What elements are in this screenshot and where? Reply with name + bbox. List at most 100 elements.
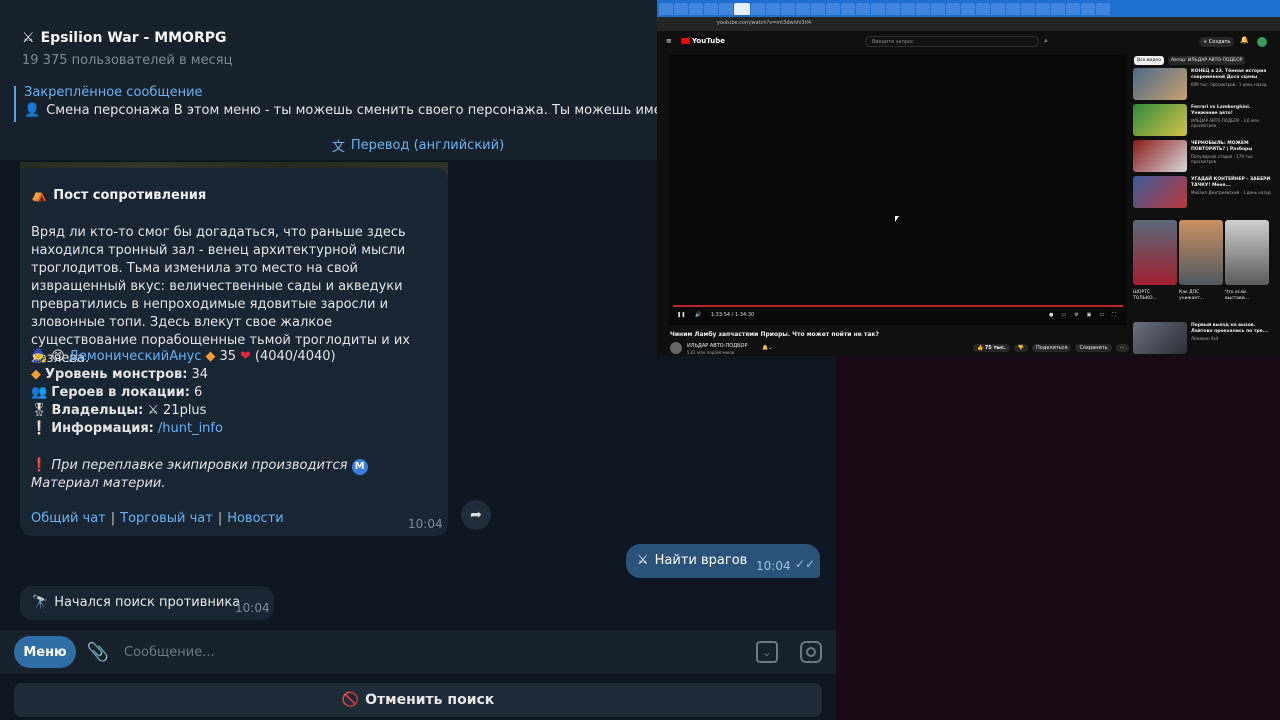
recommended-video[interactable]: УГАДАЙ КОНТЕЙНЕР - ЗАБЕРИ ТАЧКУ! Меня...… — [1133, 176, 1273, 208]
general-chat-link[interactable]: Общий чат — [31, 511, 106, 526]
browser-tab[interactable] — [751, 3, 765, 15]
browser-tab[interactable] — [719, 3, 733, 15]
smile-icon: 😊 — [51, 349, 65, 364]
browser-tab[interactable] — [871, 3, 885, 15]
miniplayer-icon[interactable]: ▣ — [1087, 312, 1092, 318]
subscriber-count: 5,61 млн подписчиков — [687, 350, 735, 355]
double-check-icon: ✓✓ — [795, 557, 816, 571]
recommended-video[interactable]: Первый выезд на вызов. Лайтово проехалис… — [1133, 322, 1273, 354]
browser-tab[interactable] — [659, 3, 673, 15]
browser-tab[interactable] — [1096, 3, 1110, 15]
forward-button[interactable]: ➦ — [461, 500, 491, 530]
browser-tab[interactable] — [674, 3, 688, 15]
camera-icon[interactable] — [800, 641, 822, 663]
browser-tab[interactable] — [689, 3, 703, 15]
recommended-video[interactable]: Ferrari vs Lamborghini. Унижение авто! И… — [1133, 104, 1273, 136]
browser-tab[interactable] — [916, 3, 930, 15]
browser-tab[interactable] — [826, 3, 840, 15]
browser-tab[interactable] — [991, 3, 1005, 15]
short-thumbnail[interactable] — [1133, 220, 1177, 285]
short-thumbnail[interactable] — [1179, 220, 1223, 285]
message-input[interactable] — [124, 641, 724, 663]
recommended-video[interactable]: ЧЕРНОБЫЛЬ: МОЖЕМ ПОВТОРИТЬ? | Разборы По… — [1133, 140, 1273, 172]
settings-icon[interactable]: ⚙ — [1074, 312, 1078, 318]
browser-tab[interactable] — [886, 3, 900, 15]
video-player[interactable] — [669, 55, 1127, 325]
more-actions-icon[interactable]: ⋯ — [1115, 344, 1129, 352]
video-actions: 👍 75 тыс. 👎 Поделиться Сохранить ⋯ — [973, 344, 1129, 352]
outgoing-time: 10:04 — [756, 559, 791, 573]
browser-tab[interactable] — [766, 3, 780, 15]
news-link[interactable]: Новости — [227, 511, 284, 526]
browser-tab[interactable] — [931, 3, 945, 15]
youtube-search-input[interactable]: Введите запрос — [865, 36, 1039, 47]
fullscreen-icon[interactable]: ⛶ — [1112, 312, 1116, 318]
create-button[interactable]: + Создать — [1199, 37, 1235, 47]
player-controls: ❚❚ 🔊 1:33:54 / 1:34:30 — [677, 312, 754, 318]
browser-tab[interactable] — [1081, 3, 1095, 15]
menu-button[interactable]: Меню — [14, 636, 76, 668]
account-avatar[interactable] — [1257, 37, 1267, 47]
hunt-info-link[interactable]: /hunt_info — [158, 421, 223, 436]
browser-tab[interactable] — [781, 3, 795, 15]
dislike-button[interactable]: 👎 — [1013, 344, 1029, 352]
browser-tab[interactable] — [704, 3, 718, 15]
browser-tab[interactable] — [796, 3, 810, 15]
short-title: Что если выстави... — [1225, 290, 1249, 301]
volume-icon[interactable]: 🔊 — [695, 312, 701, 318]
player-right-controls: ● ▭ ⚙ ▣ ▭ ⛶ — [1049, 312, 1116, 318]
browser-tab[interactable] — [946, 3, 960, 15]
theater-icon[interactable]: ▭ — [1099, 312, 1104, 318]
browser-tab[interactable] — [1021, 3, 1035, 15]
browser-window: youtube.com/watch?v=mt3dwhhi3tl4 ≡ YouTu… — [657, 0, 1280, 356]
player-avatar-icon: 🧙 — [31, 349, 48, 364]
short-thumbnail[interactable] — [1225, 220, 1269, 285]
browser-tab[interactable] — [841, 3, 855, 15]
like-button[interactable]: 👍 75 тыс. — [973, 344, 1010, 352]
youtube-logo[interactable]: YouTube — [681, 37, 725, 45]
browser-tab[interactable] — [976, 3, 990, 15]
video-thumbnail — [1133, 140, 1187, 172]
browser-tab[interactable] — [1051, 3, 1065, 15]
save-button[interactable]: Сохранить — [1075, 344, 1112, 352]
browser-tab-active[interactable] — [734, 3, 750, 15]
bell-icon[interactable]: 🔔 — [1240, 36, 1249, 44]
keyboard-toggle-icon[interactable]: ⌄ — [756, 641, 778, 663]
cancel-search-button[interactable]: 🚫 Отменить поиск — [14, 683, 822, 717]
autoplay-icon[interactable]: ● — [1049, 312, 1053, 318]
browser-tab[interactable] — [961, 3, 975, 15]
post-time: 10:04 — [408, 517, 443, 531]
pause-icon[interactable]: ❚❚ — [677, 312, 685, 318]
url-text[interactable]: youtube.com/watch?v=mt3dwhhi3tl4 — [717, 20, 811, 26]
player-name-link[interactable]: ДемоническийАнус — [69, 349, 202, 364]
video-progress-bar[interactable] — [673, 305, 1123, 307]
browser-tab[interactable] — [1006, 3, 1020, 15]
hamburger-icon[interactable]: ≡ — [666, 37, 672, 45]
translate-label: Перевод (английский) — [350, 137, 505, 153]
subtitles-icon[interactable]: ▭ — [1061, 312, 1066, 318]
post-body: Вряд ли кто-то смог бы догадаться, что р… — [31, 225, 410, 366]
browser-tab[interactable] — [901, 3, 915, 15]
chip-all[interactable]: Все видео — [1134, 56, 1164, 65]
attach-icon[interactable]: 📎 — [86, 640, 110, 664]
notifications-bell-icon[interactable]: 🔔⌄ — [762, 345, 772, 351]
translate-icon: 文 — [331, 139, 345, 155]
trade-chat-link[interactable]: Торговый чат — [120, 511, 213, 526]
browser-tab[interactable] — [811, 3, 825, 15]
recommended-video[interactable]: КОНЕЦ в 23. Тёмная история современной Д… — [1133, 68, 1273, 100]
tab-strip — [657, 0, 1280, 17]
channel-avatar[interactable] — [670, 342, 682, 354]
browser-tab[interactable] — [856, 3, 870, 15]
browser-tab[interactable] — [1036, 3, 1050, 15]
channel-name[interactable]: ИЛЬДАР АВТО-ПОДБОР — [687, 343, 748, 349]
share-button[interactable]: Поделиться — [1032, 344, 1072, 352]
browser-tab[interactable] — [1066, 3, 1080, 15]
video-thumbnail — [1133, 322, 1187, 354]
search-icon[interactable]: ⌕ — [1044, 37, 1048, 46]
owners-label: Владельцы: — [51, 403, 144, 418]
player-hp: (4040/4040) — [254, 349, 336, 364]
monster-level-line: ◆ Уровень монстров: 34 — [31, 367, 208, 382]
recommended-meta: ИЛЬДАР АВТО-ПОДБОР · 3,6 млн просмотров — [1191, 118, 1260, 128]
recommended-title: УГАДАЙ КОНТЕЙНЕР - ЗАБЕРИ ТАЧКУ! Меня... — [1191, 177, 1271, 188]
chip-author[interactable]: Автор: ИЛЬДАР АВТО-ПОДБОР — [1167, 56, 1246, 65]
